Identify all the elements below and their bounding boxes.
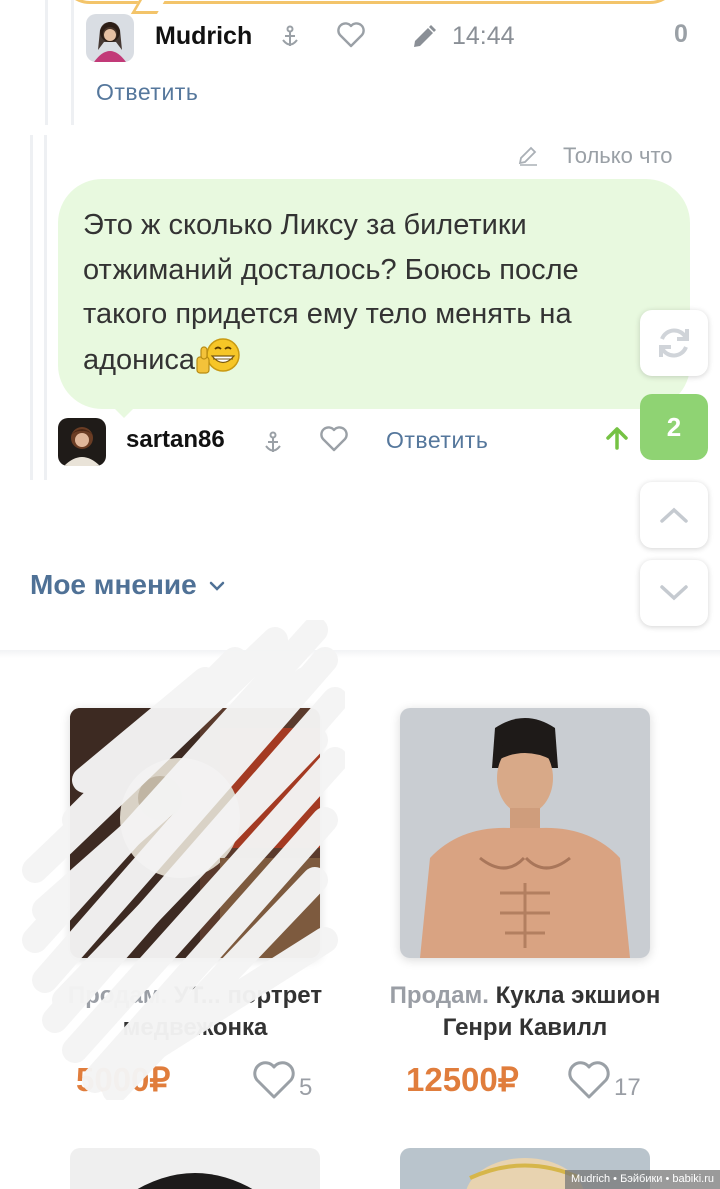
heart-icon[interactable] bbox=[252, 1060, 296, 1105]
heart-icon[interactable] bbox=[320, 426, 348, 457]
scroll-down-button[interactable] bbox=[640, 560, 708, 626]
anchor-icon[interactable] bbox=[264, 431, 282, 460]
comment-timestamp: Только что bbox=[563, 143, 673, 168]
avatar[interactable] bbox=[86, 14, 134, 62]
comment-author[interactable]: sartan86 bbox=[126, 426, 225, 454]
product-image[interactable] bbox=[400, 708, 650, 958]
thumbs-up-grin-emoji-icon bbox=[195, 337, 241, 389]
refresh-button[interactable] bbox=[640, 310, 708, 376]
product-likes: 17 bbox=[614, 1074, 641, 1101]
thread-line bbox=[45, 0, 48, 125]
edit-icon[interactable] bbox=[517, 146, 539, 171]
section-title[interactable]: Мое мнение bbox=[30, 566, 225, 601]
reply-link[interactable]: Ответить bbox=[96, 79, 198, 106]
comment-author[interactable]: Mudrich bbox=[155, 22, 252, 51]
section-title-label: Мое мнение bbox=[30, 569, 197, 600]
product-sell-prefix: Продам. bbox=[389, 982, 489, 1009]
heart-icon[interactable] bbox=[337, 22, 365, 53]
product-title[interactable]: Продам. Кукла экшион Генри Кавилл bbox=[365, 980, 685, 1044]
product-title[interactable]: Продам. УТ... портрет медвежонка bbox=[35, 980, 355, 1044]
upvote-arrow-icon[interactable] bbox=[605, 426, 629, 455]
comment-text-body: Это ж сколько Ликсу за билетики отжимани… bbox=[83, 209, 579, 376]
product-image[interactable] bbox=[70, 1148, 320, 1189]
comment-time: 14:44 bbox=[452, 22, 515, 50]
new-comments-counter[interactable]: 2 bbox=[640, 394, 708, 460]
chevron-down-icon bbox=[209, 566, 225, 598]
watermark: Mudrich • Бэйбики • babiki.ru bbox=[564, 1170, 720, 1189]
avatar[interactable] bbox=[58, 418, 106, 466]
section-divider bbox=[0, 650, 720, 658]
product-image[interactable] bbox=[70, 708, 320, 958]
thread-line bbox=[71, 0, 74, 125]
reply-link[interactable]: Ответить bbox=[386, 427, 488, 454]
scroll-up-button[interactable] bbox=[640, 482, 708, 548]
comment-text: Это ж сколько Ликсу за билетики отжимани… bbox=[83, 203, 643, 388]
thread-line bbox=[44, 135, 47, 480]
anchor-icon[interactable] bbox=[281, 25, 299, 54]
product-sell-prefix: Продам. bbox=[67, 982, 168, 1009]
product-likes: 5 bbox=[299, 1074, 313, 1101]
product-price: 12500₽ bbox=[406, 1061, 519, 1098]
comment-bubble-tail bbox=[108, 402, 140, 418]
comment-score: 0 bbox=[674, 20, 688, 48]
heart-icon[interactable] bbox=[567, 1060, 611, 1105]
pencil-icon[interactable] bbox=[411, 24, 437, 55]
product-price: 5000₽ bbox=[76, 1061, 171, 1098]
thread-line bbox=[30, 135, 33, 480]
